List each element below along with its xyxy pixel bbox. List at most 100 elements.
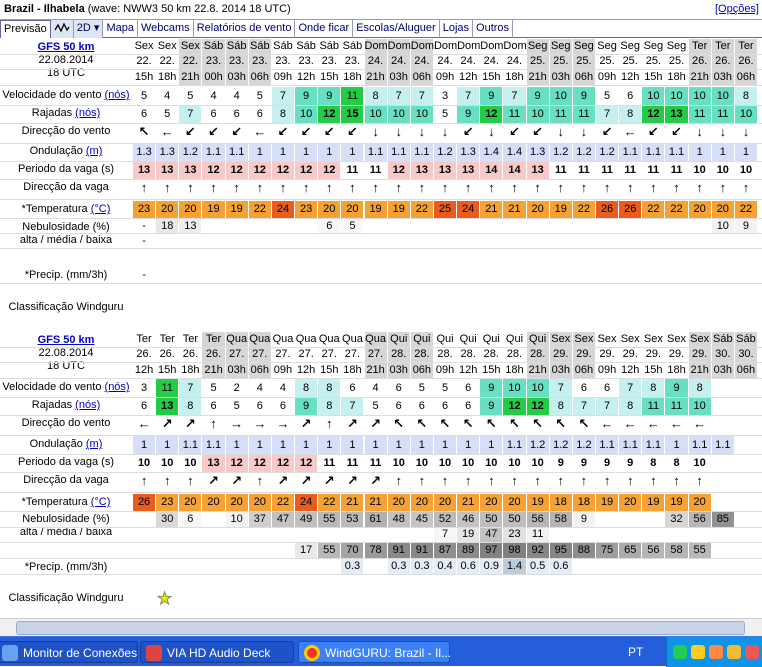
direction-arrow-icon: ↑ <box>650 180 657 195</box>
taskbar-item-label: Monitor de Conexões <box>23 646 138 660</box>
wave-cell: 1.1 <box>688 436 711 454</box>
dir-cell: → <box>225 415 248 435</box>
tab-map[interactable]: Mapa <box>103 20 138 38</box>
direction-arrow-icon: ↓ <box>719 124 727 139</box>
row-label-wave: Ondulação (m) <box>29 438 103 450</box>
tab-shops[interactable]: Lojas <box>440 20 474 38</box>
taskbar-item-connections[interactable]: Monitor de Conexões <box>0 641 138 663</box>
wdir-cell: ↑ <box>503 179 526 199</box>
dir-cell: ↙ <box>457 123 480 143</box>
tab-webcams[interactable]: Webcams <box>138 20 194 38</box>
wdir-cell: ↑ <box>156 179 179 199</box>
tab-schools[interactable]: Escolas/Aluguer <box>353 20 440 38</box>
row-divider <box>0 362 762 363</box>
horizontal-scrollbar[interactable] <box>0 618 762 636</box>
taskbar-item-windguru[interactable]: WindGURU: Brazil - Il... <box>298 641 451 663</box>
cloudh-cell <box>295 219 318 233</box>
wave-cell: 1.2 <box>179 143 202 161</box>
gust-cell: 10 <box>526 105 549 123</box>
row-label-dir: Direcção do vento <box>21 417 111 429</box>
unit-link[interactable]: (°C) <box>91 496 111 508</box>
tab-2d[interactable]: 2D ▾ <box>73 20 104 38</box>
wind-cell: 9 <box>318 87 341 105</box>
gust-cell: 12 <box>480 105 503 123</box>
wind-cell: 7 <box>271 87 295 105</box>
precip-cell <box>734 267 758 283</box>
unit-link[interactable]: (nós) <box>75 399 100 411</box>
wdir-cell: ↗ <box>364 472 387 492</box>
language-indicator[interactable]: PT <box>628 645 643 659</box>
row-divider <box>0 527 762 528</box>
options-link[interactable]: [Opções] <box>715 3 759 15</box>
hour-cell: 21h <box>526 362 549 378</box>
scrollbar-thumb[interactable] <box>16 621 745 635</box>
temp-cell: 20 <box>341 201 364 218</box>
tray-app-icon[interactable] <box>745 645 759 659</box>
date-cell: 25. <box>596 54 619 69</box>
wave-cell: 1 <box>248 436 271 454</box>
wind-cell: 9 <box>295 87 318 105</box>
tab-wind-reports[interactable]: Relatórios de vento <box>194 20 296 38</box>
unit-link[interactable]: (m) <box>86 438 103 450</box>
wind-cell: 6 <box>572 379 595 397</box>
hour-cell: 03h <box>387 362 410 378</box>
taskbar: Monitor de Conexões VIA HD Audio Deck Wi… <box>0 636 762 667</box>
tray-security-icon[interactable] <box>709 645 723 659</box>
temp-cell: 24 <box>457 201 480 218</box>
tab-chart-icon[interactable] <box>50 20 74 38</box>
wind-cell: 4 <box>364 379 387 397</box>
cloudm-cell <box>572 234 595 248</box>
unit-link[interactable]: (°C) <box>91 203 111 215</box>
dir-cell: ↖ <box>433 415 457 435</box>
temp-cell: 19 <box>202 201 225 218</box>
unit-link[interactable]: (nós) <box>75 107 100 119</box>
tab-where-to-stay[interactable]: Onde ficar <box>295 20 354 38</box>
dir-cell: ← <box>665 415 688 435</box>
cloudh-cell: 6 <box>179 511 202 527</box>
cloudh-cell <box>526 219 549 233</box>
unit-link[interactable]: (m) <box>86 145 103 157</box>
hour-cell: 06h <box>734 362 758 378</box>
row-divider <box>0 435 762 436</box>
model-link[interactable]: GFS 50 km <box>0 41 132 54</box>
precip-cell <box>410 267 433 283</box>
wind-cell: 10 <box>526 379 549 397</box>
cloudh-cell: 49 <box>295 511 318 527</box>
day-cell: Qua <box>364 332 387 347</box>
wave-cell: 1.2 <box>549 143 572 161</box>
gust-cell: 9 <box>480 397 503 415</box>
tray-network-icon[interactable] <box>673 645 687 659</box>
period-cell: 13 <box>433 161 457 179</box>
period-cell <box>711 454 734 472</box>
cloudh-cell: 55 <box>318 511 341 527</box>
tab-others[interactable]: Outros <box>473 20 514 38</box>
unit-link[interactable]: (nós) <box>105 89 130 101</box>
cloudm-cell <box>341 234 364 248</box>
dir-cell: ↙ <box>642 123 665 143</box>
model-link[interactable]: GFS 50 km <box>0 334 132 347</box>
dir-cell: ↙ <box>341 123 364 143</box>
precip-cell <box>295 267 318 283</box>
gust-cell: 10 <box>387 105 410 123</box>
wind-cell: 9 <box>480 87 503 105</box>
precip-cell <box>642 559 665 574</box>
day-cell: Qua <box>295 332 318 347</box>
precip-cell <box>248 559 271 574</box>
cloudl-cell: 70 <box>341 542 364 558</box>
taskbar-item-audio-deck[interactable]: VIA HD Audio Deck <box>140 641 294 663</box>
cloudm-cell <box>225 234 248 248</box>
hour-cell: 15h <box>318 69 341 85</box>
tab-forecast[interactable]: Previsão <box>0 20 51 38</box>
day-cell: Sex <box>549 332 572 347</box>
gust-cell: 5 <box>364 397 387 415</box>
tray-audio-icon[interactable] <box>727 645 741 659</box>
precip-cell <box>688 267 711 283</box>
tray-shield-icon[interactable] <box>691 645 705 659</box>
day-cell: Sáb <box>318 39 341 54</box>
wave-cell: 1.1 <box>225 143 248 161</box>
gust-cell: 7 <box>179 105 202 123</box>
gust-cell: 8 <box>619 105 642 123</box>
cloudm-cell <box>179 527 202 542</box>
unit-link[interactable]: (nós) <box>105 381 130 393</box>
gust-cell: 7 <box>596 105 619 123</box>
